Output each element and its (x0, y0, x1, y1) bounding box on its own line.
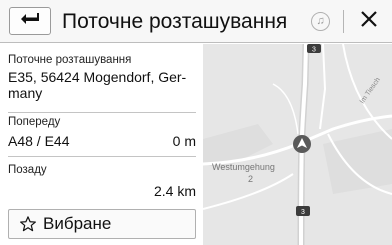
close-icon (360, 10, 378, 33)
map-road-label: Westumgehung (212, 162, 275, 172)
ahead-road: A48 / E44 (8, 133, 70, 149)
header-bar: Поточне розташування ♫ (0, 0, 392, 43)
ahead-section: Попереду A48 / E44 0 m (8, 116, 196, 157)
back-arrow-icon (19, 11, 41, 32)
behind-section: Позаду 2.4 km (8, 164, 196, 204)
behind-label: Позаду (8, 164, 47, 176)
current-address-line2: many (8, 85, 43, 101)
ahead-distance: 0 m (172, 133, 196, 149)
map-view[interactable]: 3 3 Westumgehung 2 Im Tiesch (203, 44, 392, 245)
location-info-panel: Поточне розташування E35, 56424 Mogendor… (8, 44, 200, 245)
current-address-line1: E35, 56424 Mogendorf, Ger- (8, 69, 187, 85)
music-note-icon[interactable]: ♫ (311, 12, 330, 31)
back-button[interactable] (9, 7, 51, 35)
favorites-button[interactable]: Вибране (8, 209, 196, 239)
current-location-section: Поточне розташування E35, 56424 Mogendor… (8, 54, 196, 113)
map-canvas: 3 3 Westumgehung 2 Im Tiesch (203, 44, 392, 245)
favorites-label: Вибране (43, 214, 112, 233)
road-shield-bottom: 3 (301, 209, 305, 216)
ahead-label: Попереду (8, 116, 61, 128)
star-icon (20, 216, 36, 232)
page-title: Поточне розташування (62, 10, 288, 33)
current-location-label: Поточне розташування (8, 54, 132, 66)
map-road-number: 2 (248, 174, 253, 184)
road-shield-top: 3 (312, 47, 316, 54)
close-button[interactable] (351, 6, 387, 36)
behind-distance: 2.4 km (153, 183, 196, 199)
header-divider (343, 10, 344, 33)
